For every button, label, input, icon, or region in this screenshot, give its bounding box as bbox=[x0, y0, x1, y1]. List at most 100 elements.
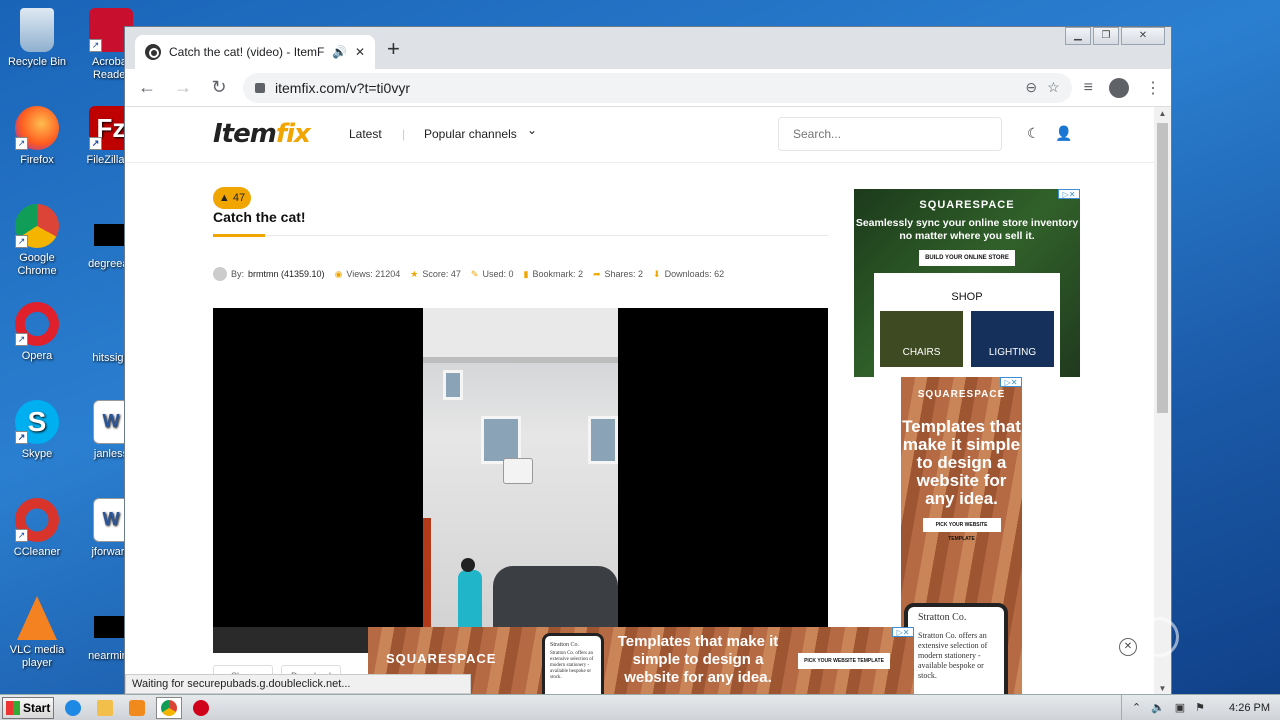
profile-avatar-icon[interactable] bbox=[1109, 77, 1129, 98]
shortcut-arrow-icon: ↗ bbox=[15, 431, 28, 444]
skype-icon: S ↗ bbox=[15, 400, 59, 444]
itemfix-logo[interactable]: Itemfix bbox=[213, 119, 311, 149]
speaker-icon[interactable]: 🔊 bbox=[332, 45, 347, 59]
desktop-icon-ccleaner[interactable]: ↗ CCleaner bbox=[0, 498, 74, 559]
network-icon[interactable]: ▣ bbox=[1175, 701, 1185, 714]
chrome-icon: ↗ bbox=[15, 204, 59, 248]
nav-latest[interactable]: Latest bbox=[349, 127, 382, 141]
video-scene-window bbox=[443, 370, 463, 400]
forward-icon[interactable]: → bbox=[171, 77, 195, 98]
ad-cell-lighting: LIGHTING bbox=[971, 311, 1054, 367]
desktop-icon-vlc[interactable]: VLC media player bbox=[0, 596, 74, 670]
desktop-icon-firefox[interactable]: ↗ Firefox bbox=[0, 106, 74, 167]
meta-bookmark: ▮ Bookmark: 2 bbox=[523, 269, 582, 280]
logo-main: Item bbox=[213, 119, 277, 149]
meta-author-link[interactable]: brmtmn (41359.10) bbox=[248, 269, 325, 279]
new-tab-button[interactable]: + bbox=[387, 38, 400, 60]
address-bar[interactable]: itemfix.com/v?t=ti0vyr ⊖ ☆ bbox=[243, 72, 1072, 103]
dark-mode-moon-icon[interactable]: ☾ bbox=[1027, 125, 1040, 142]
meta-author: By: brmtmn (41359.10) bbox=[213, 267, 325, 281]
url-text[interactable]: itemfix.com/v?t=ti0vyr bbox=[275, 80, 1015, 96]
media-control-icon[interactable]: ≡ bbox=[1084, 79, 1093, 97]
chrome-icon bbox=[161, 699, 177, 716]
site-header: Itemfix Latest | Popular channels ⌄ ☾ 👤 bbox=[125, 107, 1155, 163]
show-hidden-icons-icon[interactable]: ⌃ bbox=[1132, 701, 1141, 714]
bookmark-star-icon[interactable]: ☆ bbox=[1047, 79, 1060, 96]
desktop-icon-skype[interactable]: S ↗ Skype bbox=[0, 400, 74, 461]
close-window-button[interactable]: ✕ bbox=[1121, 27, 1165, 45]
bookmark-icon: ▮ bbox=[523, 268, 529, 279]
ad-phone-text: Stratton Co. offers an extensive selecti… bbox=[918, 631, 988, 680]
video-scene-balcony bbox=[423, 308, 618, 363]
desktop-icon-label: Skype bbox=[21, 448, 53, 460]
system-tray: ⌃ 🔈 ▣ ⚑ 4:26 PM bbox=[1120, 694, 1280, 720]
ad-banner-squarespace-store[interactable]: SQUARESPACE Seamlessly sync your online … bbox=[854, 189, 1080, 377]
video-scene-car bbox=[493, 566, 618, 628]
zoom-icon[interactable]: ⊖ bbox=[1025, 79, 1037, 96]
close-tab-icon[interactable]: ✕ bbox=[355, 45, 365, 59]
volume-icon[interactable]: 🔈 bbox=[1151, 701, 1165, 714]
browser-window: Catch the cat! (video) - ItemFix 🔊 ✕ + ▁… bbox=[124, 26, 1172, 695]
shortcut-arrow-icon: ↗ bbox=[15, 529, 28, 542]
taskbar-stop[interactable] bbox=[188, 697, 214, 719]
taskbar-media-player[interactable] bbox=[124, 697, 150, 719]
opera-icon: ↗ bbox=[15, 302, 59, 346]
scrollbar-thumb[interactable] bbox=[1157, 123, 1168, 413]
ad-close-icon[interactable]: ▷✕ bbox=[892, 627, 914, 637]
folder-icon bbox=[97, 699, 113, 716]
ad-shop-title: SHOP bbox=[951, 291, 983, 303]
video-frame bbox=[423, 308, 618, 628]
vlc-icon bbox=[17, 596, 57, 640]
nav-popular-channels[interactable]: Popular channels bbox=[424, 127, 517, 141]
video-scene-window bbox=[481, 416, 521, 464]
shortcut-arrow-icon: ↗ bbox=[89, 39, 102, 52]
ad-close-icon[interactable]: ▷✕ bbox=[1000, 377, 1022, 387]
video-player[interactable] bbox=[213, 308, 828, 653]
share-icon: ➦ bbox=[592, 268, 601, 279]
menu-kebab-icon[interactable]: ⋮ bbox=[1145, 78, 1161, 98]
ad-phone-mockup: Stratton Co. Stratton Co. offers an exte… bbox=[904, 603, 1008, 695]
taskbar-ie[interactable] bbox=[60, 697, 86, 719]
reload-icon[interactable]: ↻ bbox=[207, 77, 231, 98]
ad-shop-cells: CHAIRS LIGHTING bbox=[874, 303, 1060, 375]
logo-accent: fix bbox=[275, 119, 311, 149]
ad-close-icon[interactable]: ▷✕ bbox=[1058, 189, 1080, 199]
ad-shop-preview: SHOP CHAIRS LIGHTING bbox=[874, 273, 1060, 377]
user-account-icon[interactable]: 👤 bbox=[1055, 125, 1072, 142]
scroll-up-icon[interactable]: ▲ bbox=[1154, 109, 1171, 118]
desktop-icon-label: CCleaner bbox=[13, 546, 61, 558]
start-button[interactable]: Start bbox=[2, 696, 54, 719]
clock[interactable]: 4:26 PM bbox=[1229, 702, 1270, 714]
flag-icon[interactable]: ⚑ bbox=[1195, 701, 1205, 714]
ad-cta-button[interactable]: PICK YOUR WEBSITE TEMPLATE bbox=[798, 653, 890, 669]
chevron-down-icon[interactable]: ⌄ bbox=[527, 123, 537, 137]
file-icon bbox=[94, 224, 128, 246]
desktop-icon-recycle-bin[interactable]: Recycle Bin bbox=[0, 8, 74, 69]
ad-cta-button[interactable]: PICK YOUR WEBSITE TEMPLATE bbox=[922, 518, 1001, 542]
vote-count: 47 bbox=[232, 192, 246, 204]
ad-brand: SQUARESPACE bbox=[917, 389, 1006, 400]
meta-score: ★ Score: 47 bbox=[410, 269, 461, 280]
close-badge-icon[interactable]: ✕ bbox=[1119, 638, 1137, 656]
back-icon[interactable]: ← bbox=[135, 77, 159, 98]
desktop-icon-opera[interactable]: ↗ Opera bbox=[0, 302, 74, 363]
score-text: Score: 47 bbox=[422, 269, 461, 279]
shortcut-arrow-icon: ↗ bbox=[15, 333, 28, 346]
page-scrollbar[interactable]: ▲ ▼ bbox=[1154, 107, 1171, 695]
taskbar-chrome[interactable] bbox=[156, 696, 182, 719]
video-scene-head bbox=[461, 558, 475, 572]
ad-banner-squarespace-templates[interactable]: SQUARESPACE Templates that make it simpl… bbox=[901, 377, 1022, 695]
author-avatar bbox=[213, 267, 227, 281]
ad-headline: Seamlessly sync your online store invent… bbox=[855, 217, 1079, 242]
desktop-icon-label: Google Chrome bbox=[17, 252, 57, 277]
desktop-icon-chrome[interactable]: ↗ Google Chrome bbox=[0, 204, 74, 278]
upvote-badge[interactable]: ▲ 47 bbox=[213, 187, 251, 209]
browser-tab[interactable]: Catch the cat! (video) - ItemFix 🔊 ✕ bbox=[135, 35, 375, 69]
search-input[interactable] bbox=[778, 117, 1002, 151]
minimize-button[interactable]: ▁ bbox=[1065, 27, 1091, 45]
recycle-bin-icon bbox=[20, 8, 54, 52]
taskbar-explorer[interactable] bbox=[92, 697, 118, 719]
title-divider bbox=[213, 235, 828, 236]
restore-button[interactable]: ❐ bbox=[1093, 27, 1119, 45]
ad-cta-button[interactable]: BUILD YOUR ONLINE STORE bbox=[919, 250, 1015, 266]
